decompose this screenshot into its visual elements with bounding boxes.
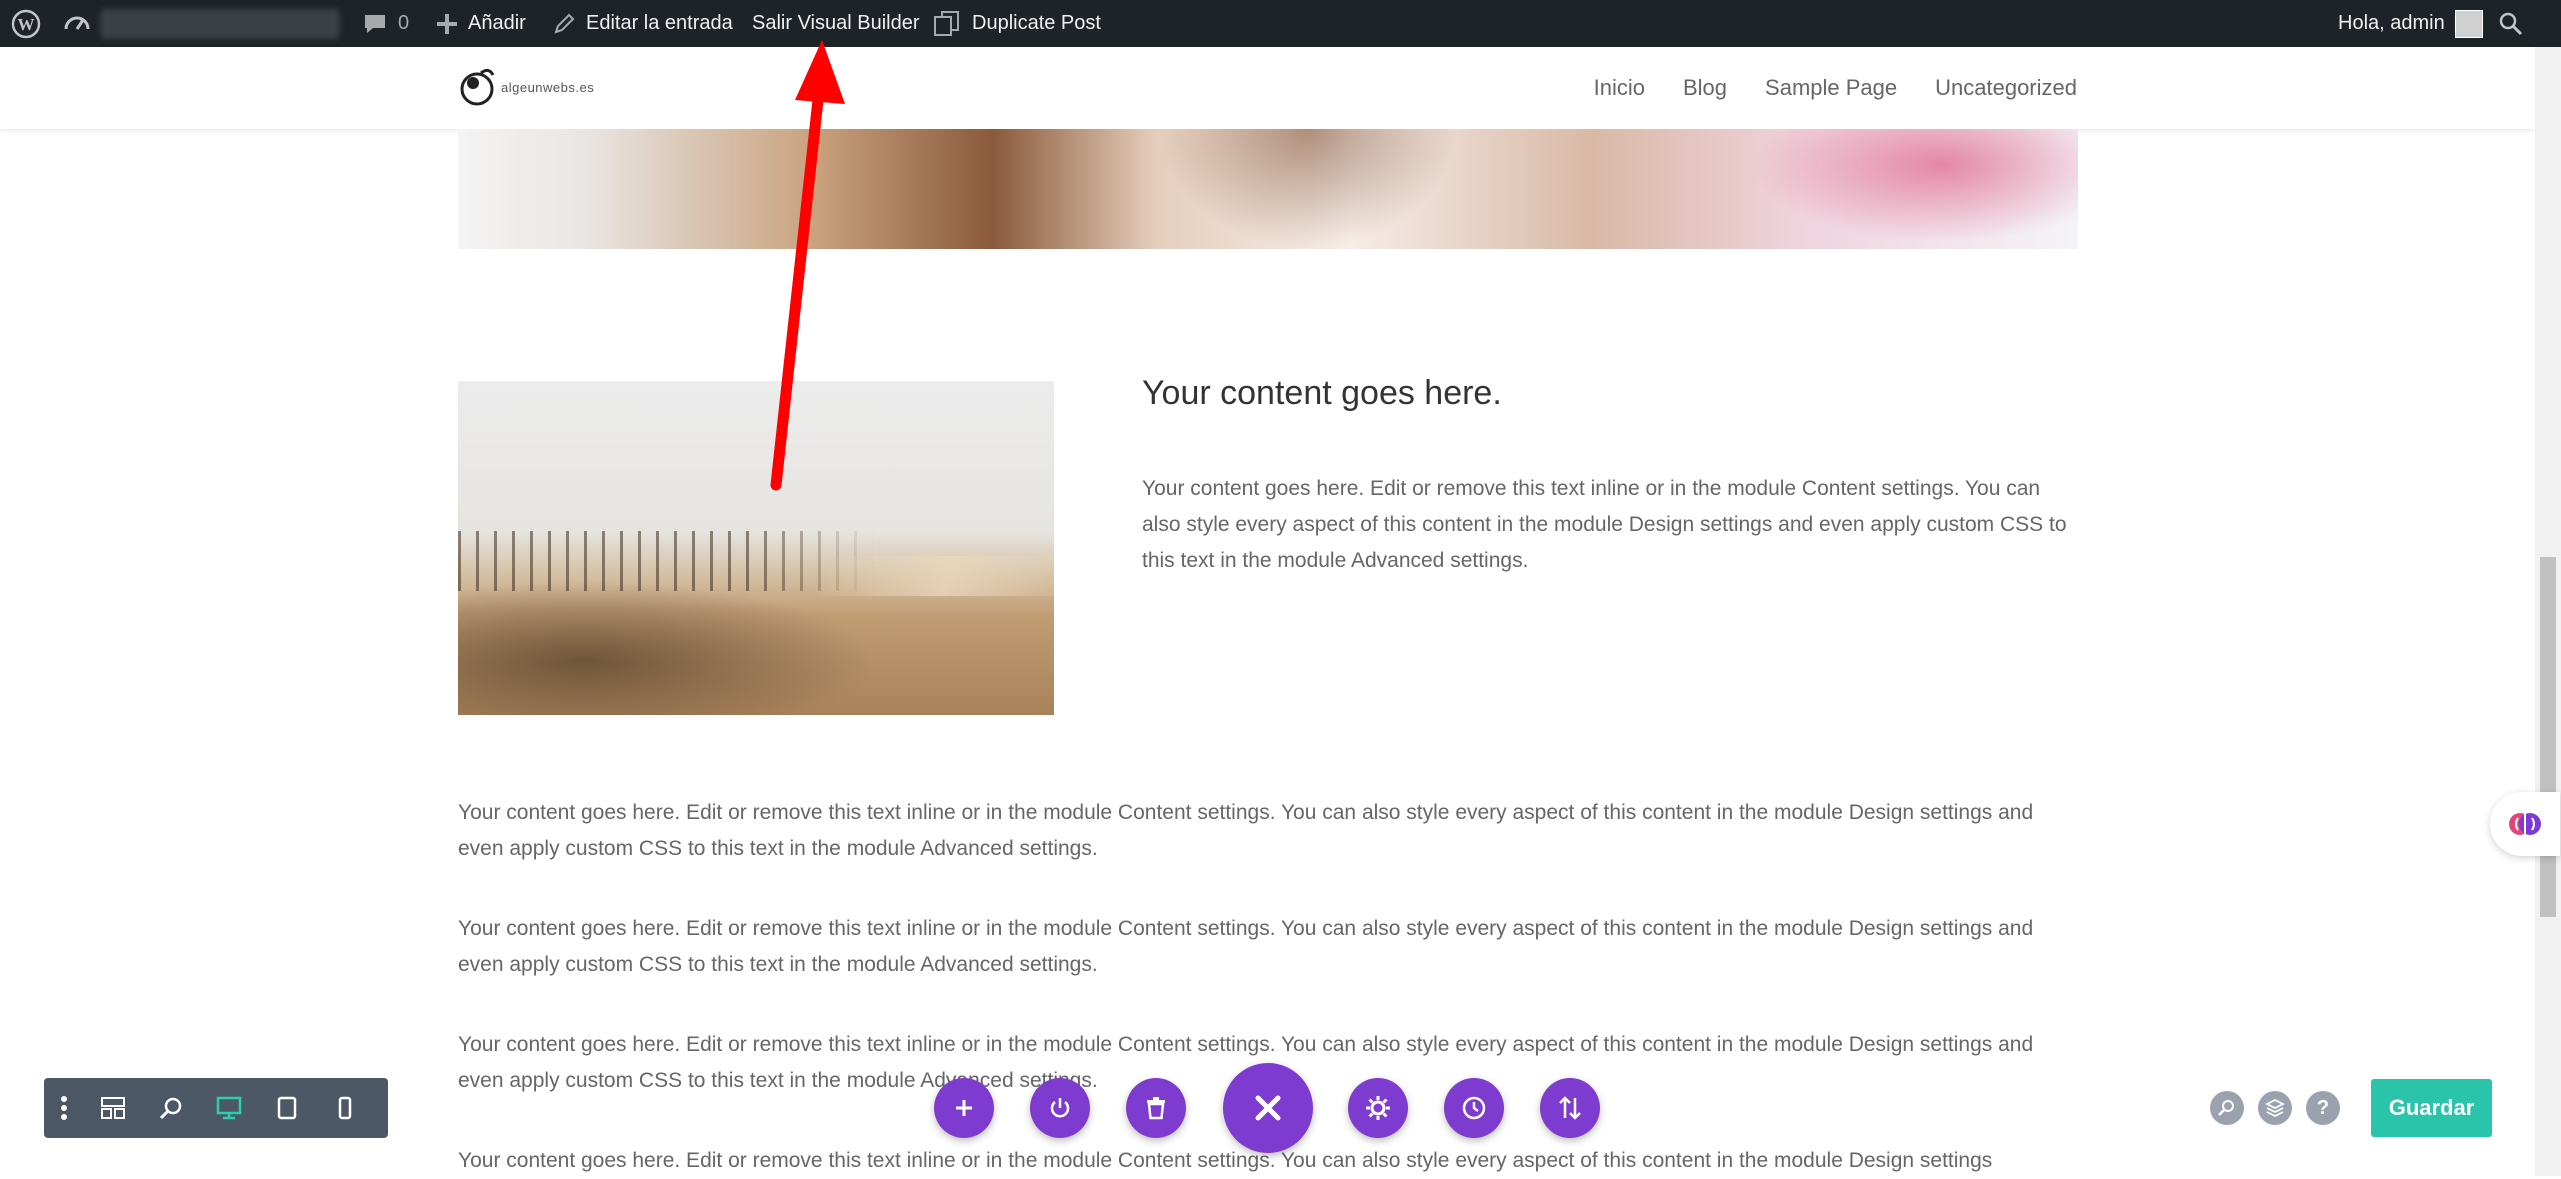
logo-mark-icon	[460, 68, 495, 106]
field-landscape-image	[458, 381, 1054, 715]
nav-item-sample-page[interactable]: Sample Page	[1765, 75, 1897, 101]
wireframe-view-button[interactable]	[84, 1078, 142, 1138]
dashboard-icon[interactable]	[62, 0, 92, 47]
site-name-link[interactable]	[100, 0, 340, 47]
comments-link[interactable]: 0	[362, 0, 409, 47]
content-side-text: Your content goes here. Edit or remove t…	[1142, 477, 2067, 572]
site-logo[interactable]: algeunwebs.es	[459, 63, 594, 111]
builder-search-button[interactable]	[2210, 1091, 2244, 1125]
new-content-label: Añadir	[468, 12, 526, 34]
content-heading: Your content goes here.	[1142, 374, 1502, 412]
svg-text:W: W	[18, 15, 35, 34]
zoom-icon	[159, 1097, 182, 1120]
logo-text: algeunwebs.es	[501, 79, 595, 95]
help-button[interactable]: ?	[2306, 1091, 2340, 1125]
page-settings-button[interactable]	[1348, 1078, 1408, 1138]
comment-count: 0	[398, 12, 410, 34]
portability-button[interactable]	[1540, 1078, 1600, 1138]
desktop-icon	[216, 1096, 242, 1120]
site-header: algeunwebs.es Inicio Blog Sample Page Un…	[0, 47, 2535, 129]
phone-icon	[338, 1096, 352, 1120]
search-icon	[2218, 1100, 2234, 1116]
page-scrollbar[interactable]	[2535, 47, 2561, 1176]
main-nav: Inicio Blog Sample Page Uncategorized	[1556, 47, 2077, 129]
tablet-view-button[interactable]	[258, 1078, 316, 1138]
pencil-icon	[554, 13, 575, 34]
wireframe-icon	[101, 1097, 125, 1119]
builder-menu-button[interactable]	[44, 1078, 84, 1138]
edit-post-label: Editar la entrada	[586, 12, 733, 34]
settings-icon	[1366, 1096, 1390, 1120]
duplicate-post-link[interactable]: Duplicate Post	[932, 0, 1101, 47]
wordpress-logo-icon[interactable]: W	[10, 0, 42, 47]
exit-visual-builder-link[interactable]: Salir Visual Builder	[752, 0, 920, 47]
load-layout-button[interactable]	[1030, 1078, 1090, 1138]
zoom-view-button[interactable]	[142, 1078, 200, 1138]
clear-layout-button[interactable]	[1126, 1078, 1186, 1138]
tablet-icon	[277, 1096, 297, 1120]
nav-item-inicio[interactable]: Inicio	[1594, 75, 1645, 101]
content-paragraph: Your content goes here. Edit or remove t…	[458, 917, 2034, 976]
desktop-view-button[interactable]	[200, 1078, 258, 1138]
sort-icon	[1559, 1096, 1581, 1120]
exit-visual-builder-label: Salir Visual Builder	[752, 12, 920, 34]
admin-bar: W 0 Añadir Editar la entrada Salir Visua…	[0, 0, 2561, 47]
comment-icon	[365, 14, 385, 33]
plus-icon	[437, 13, 457, 34]
close-icon	[1255, 1095, 1281, 1121]
editing-history-button[interactable]	[1444, 1078, 1504, 1138]
save-button[interactable]: Guardar	[2371, 1079, 2492, 1137]
admin-search-icon[interactable]	[2498, 0, 2524, 47]
phone-view-button[interactable]	[316, 1078, 374, 1138]
power-icon	[1050, 1098, 1070, 1118]
add-module-button[interactable]	[934, 1078, 994, 1138]
ai-assistant-widget[interactable]	[2490, 792, 2560, 856]
edit-post-link[interactable]: Editar la entrada	[552, 0, 733, 47]
builder-view-bar	[44, 1078, 388, 1138]
account-menu[interactable]: Hola, admin	[2338, 0, 2483, 47]
duplicate-post-label: Duplicate Post	[972, 12, 1101, 34]
nav-item-blog[interactable]: Blog	[1683, 75, 1727, 101]
avatar	[2454, 9, 2483, 38]
hero-image	[458, 129, 2078, 249]
layers-icon	[2265, 1098, 2285, 1118]
new-content-menu[interactable]: Añadir	[436, 0, 526, 47]
duplicate-icon	[934, 10, 959, 36]
scrollbar-thumb[interactable]	[2540, 557, 2556, 917]
menu-dots-icon	[61, 1096, 67, 1120]
content-paragraph: Your content goes here. Edit or remove t…	[458, 801, 2034, 860]
trash-icon	[1147, 1097, 1165, 1120]
add-icon	[956, 1100, 972, 1116]
greeting-text: Hola, admin	[2338, 12, 2445, 34]
help-icon: ?	[2316, 1096, 2330, 1119]
brain-icon	[2509, 813, 2541, 835]
nav-item-uncategorized[interactable]: Uncategorized	[1935, 75, 2077, 101]
history-icon	[1462, 1096, 1486, 1120]
layers-button[interactable]	[2258, 1091, 2292, 1125]
close-settings-button[interactable]	[1223, 1063, 1313, 1153]
